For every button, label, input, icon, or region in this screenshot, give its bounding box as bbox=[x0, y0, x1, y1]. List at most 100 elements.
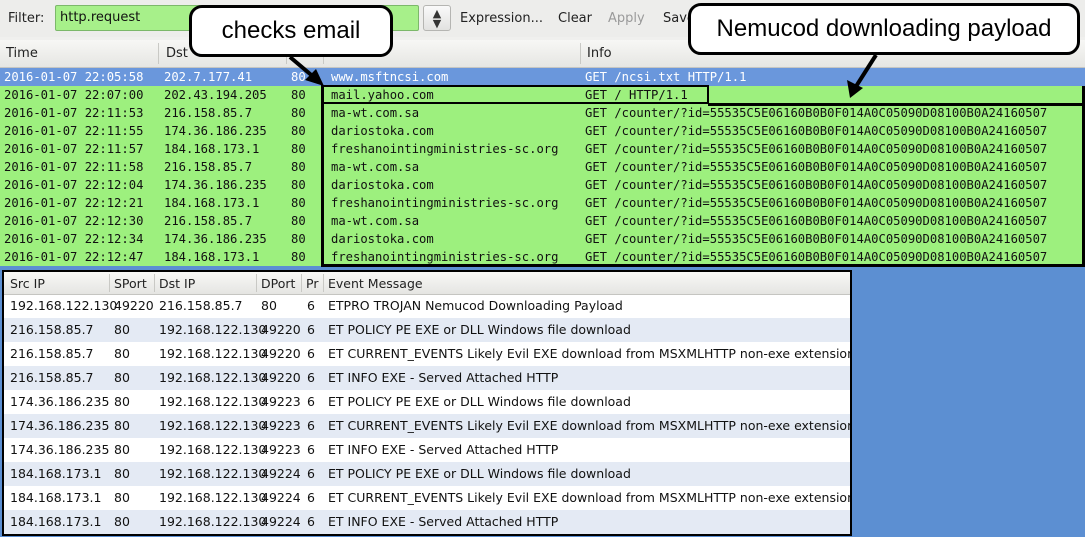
alert-protocol-cell: 6 bbox=[307, 370, 315, 385]
packet-host-cell: dariostoka.com bbox=[331, 178, 434, 192]
alert-event-message-cell: ET POLICY PE EXE or DLL Windows file dow… bbox=[328, 322, 631, 337]
column-header-dst[interactable]: Dst bbox=[166, 46, 188, 61]
packet-row[interactable]: 2016-01-07 22:11:55 174.36.186.235 80 dario… bbox=[0, 122, 1085, 140]
packet-time-cell: 2016-01-07 22:11:57 bbox=[4, 142, 144, 156]
column-header-time[interactable]: Time bbox=[6, 46, 38, 61]
alert-dport-cell: 49220 bbox=[261, 346, 301, 361]
packet-port-cell: 80 bbox=[291, 214, 306, 228]
alert-row[interactable]: 184.168.173.1 80 192.168.122.130 49224 6 ET C… bbox=[4, 486, 850, 510]
clear-button[interactable]: Clear bbox=[558, 11, 592, 26]
packet-row[interactable]: 2016-01-07 22:11:57 184.168.173.1 80 fresha… bbox=[0, 140, 1085, 158]
packet-host-cell: freshanointingministries-sc.org bbox=[331, 196, 559, 210]
alert-dport-cell: 80 bbox=[261, 298, 277, 313]
alert-row[interactable]: 216.158.85.7 80 192.168.122.130 49220 6 ET PO… bbox=[4, 318, 850, 342]
alert-dst-ip-cell: 192.168.122.130 bbox=[159, 322, 267, 337]
packet-time-cell: 2016-01-07 22:12:34 bbox=[4, 232, 144, 246]
alert-protocol-cell: 6 bbox=[307, 490, 315, 505]
alert-src-ip-cell: 184.168.173.1 bbox=[10, 466, 102, 481]
alert-sport-cell: 80 bbox=[114, 370, 130, 385]
alert-dst-ip-cell: 192.168.122.130 bbox=[159, 346, 267, 361]
alert-row[interactable]: 174.36.186.235 80 192.168.122.130 49223 6 ET … bbox=[4, 414, 850, 438]
callout-checks-email: checks email bbox=[189, 5, 393, 57]
packet-host-cell: www.msftncsi.com bbox=[331, 70, 449, 84]
packet-dst-cell: 174.36.186.235 bbox=[164, 124, 267, 138]
alert-row[interactable]: 174.36.186.235 80 192.168.122.130 49223 6 ET … bbox=[4, 390, 850, 414]
packet-port-cell: 80 bbox=[291, 250, 306, 264]
alert-dport-cell: 49224 bbox=[261, 466, 301, 481]
packet-port-cell: 80 bbox=[291, 70, 306, 84]
packet-time-cell: 2016-01-07 22:12:30 bbox=[4, 214, 144, 228]
packet-dst-cell: 202.7.177.41 bbox=[164, 70, 253, 84]
packet-host-cell: ma-wt.com.sa bbox=[331, 214, 420, 228]
packet-port-cell: 80 bbox=[291, 196, 306, 210]
alert-row[interactable]: 184.168.173.1 80 192.168.122.130 49224 6 ET P… bbox=[4, 462, 850, 486]
alert-event-message-cell: ET POLICY PE EXE or DLL Windows file dow… bbox=[328, 466, 631, 481]
column-header-info[interactable]: Info bbox=[587, 46, 612, 61]
alert-row[interactable]: 216.158.85.7 80 192.168.122.130 49220 6 ET CU… bbox=[4, 342, 850, 366]
packet-row[interactable]: 2016-01-07 22:12:30 216.158.85.7 80 ma-wt.c… bbox=[0, 212, 1085, 230]
packet-dst-cell: 202.43.194.205 bbox=[164, 88, 267, 102]
packet-row[interactable]: 2016-01-07 22:11:53 216.158.85.7 80 ma-wt.c… bbox=[0, 104, 1085, 122]
column-header-event-message[interactable]: Event Message bbox=[328, 276, 423, 291]
alert-dst-ip-cell: 216.158.85.7 bbox=[159, 298, 243, 313]
packet-port-cell: 80 bbox=[291, 88, 306, 102]
packet-port-cell: 80 bbox=[291, 106, 306, 120]
packet-row[interactable]: 2016-01-07 22:12:21 184.168.173.1 80 fresha… bbox=[0, 194, 1085, 212]
alert-protocol-cell: 6 bbox=[307, 418, 315, 433]
packet-dst-cell: 174.36.186.235 bbox=[164, 232, 267, 246]
alert-row[interactable]: 174.36.186.235 80 192.168.122.130 49223 6 ET … bbox=[4, 438, 850, 462]
packet-info-cell: GET /counter/?id=55535C5E06160B0B0F014A0… bbox=[585, 160, 1048, 174]
packet-row[interactable]: 2016-01-07 22:05:58 202.7.177.41 80 www.msf… bbox=[0, 68, 1085, 86]
column-header-dst-ip[interactable]: Dst IP bbox=[159, 276, 195, 291]
column-header-pr[interactable]: Pr bbox=[306, 276, 318, 291]
filter-history-dropdown[interactable]: ▲ ▼ bbox=[423, 5, 451, 31]
alert-dport-cell: 49224 bbox=[261, 490, 301, 505]
alert-dport-cell: 49223 bbox=[261, 442, 301, 457]
packet-port-cell: 80 bbox=[291, 160, 306, 174]
packet-host-cell: ma-wt.com.sa bbox=[331, 160, 420, 174]
alert-event-message-cell: ET INFO EXE - Served Attached HTTP bbox=[328, 370, 559, 385]
alert-event-message-cell: ET CURRENT_EVENTS Likely Evil EXE downlo… bbox=[328, 418, 850, 433]
packet-port-cell: 80 bbox=[291, 142, 306, 156]
alert-event-message-cell: ET INFO EXE - Served Attached HTTP bbox=[328, 514, 559, 529]
packet-port-cell: 80 bbox=[291, 178, 306, 192]
packet-row[interactable]: 2016-01-07 22:12:34 174.36.186.235 80 dario… bbox=[0, 230, 1085, 248]
alerts-table: Src IP SPort Dst IP DPort Pr Event Messa… bbox=[2, 270, 852, 536]
alert-protocol-cell: 6 bbox=[307, 466, 315, 481]
alert-src-ip-cell: 216.158.85.7 bbox=[10, 346, 94, 361]
packet-host-cell: ma-wt.com.sa bbox=[331, 106, 420, 120]
chevron-up-down-icon: ▲ ▼ bbox=[432, 7, 442, 30]
packet-row[interactable]: 2016-01-07 22:12:04 174.36.186.235 80 dario… bbox=[0, 176, 1085, 194]
alert-row[interactable]: 216.158.85.7 80 192.168.122.130 49220 6 ET IN… bbox=[4, 366, 850, 390]
alert-src-ip-cell: 192.168.122.130 bbox=[10, 298, 118, 313]
packet-row[interactable]: 2016-01-07 22:11:58 216.158.85.7 80 ma-wt.c… bbox=[0, 158, 1085, 176]
packet-list: Time Dst Port Host Info 2016-01-07 22:05… bbox=[0, 40, 1085, 266]
alert-src-ip-cell: 184.168.173.1 bbox=[10, 514, 102, 529]
packet-info-cell: GET /counter/?id=55535C5E06160B0B0F014A0… bbox=[585, 178, 1048, 192]
alert-row[interactable]: 184.168.173.1 80 192.168.122.130 49224 6 ET I… bbox=[4, 510, 850, 534]
packet-dst-cell: 184.168.173.1 bbox=[164, 142, 260, 156]
packet-host-cell: dariostoka.com bbox=[331, 124, 434, 138]
alert-dst-ip-cell: 192.168.122.130 bbox=[159, 466, 267, 481]
column-header-sport[interactable]: SPort bbox=[114, 276, 147, 291]
alert-sport-cell: 80 bbox=[114, 514, 130, 529]
packet-host-cell: freshanointingministries-sc.org bbox=[331, 142, 559, 156]
packet-info-cell: GET /counter/?id=55535C5E06160B0B0F014A0… bbox=[585, 214, 1048, 228]
column-header-dport[interactable]: DPort bbox=[261, 276, 295, 291]
column-header-src-ip[interactable]: Src IP bbox=[10, 276, 45, 291]
alert-protocol-cell: 6 bbox=[307, 442, 315, 457]
alert-dport-cell: 49220 bbox=[261, 322, 301, 337]
packet-dst-cell: 184.168.173.1 bbox=[164, 196, 260, 210]
alert-event-message-cell: ET INFO EXE - Served Attached HTTP bbox=[328, 442, 559, 457]
expression-button[interactable]: Expression... bbox=[460, 11, 543, 26]
alert-src-ip-cell: 184.168.173.1 bbox=[10, 490, 102, 505]
alert-sport-cell: 80 bbox=[114, 418, 130, 433]
callout-nemucod-payload: Nemucod downloading payload bbox=[688, 3, 1080, 55]
packet-dst-cell: 174.36.186.235 bbox=[164, 178, 267, 192]
alert-row[interactable]: 192.168.122.130 49220 216.158.85.7 80 6 ETPRO… bbox=[4, 294, 850, 318]
apply-button[interactable]: Apply bbox=[608, 11, 645, 26]
packet-dst-cell: 216.158.85.7 bbox=[164, 214, 253, 228]
packet-time-cell: 2016-01-07 22:12:04 bbox=[4, 178, 144, 192]
alert-dst-ip-cell: 192.168.122.130 bbox=[159, 490, 267, 505]
packet-info-cell: GET /counter/?id=55535C5E06160B0B0F014A0… bbox=[585, 142, 1048, 156]
